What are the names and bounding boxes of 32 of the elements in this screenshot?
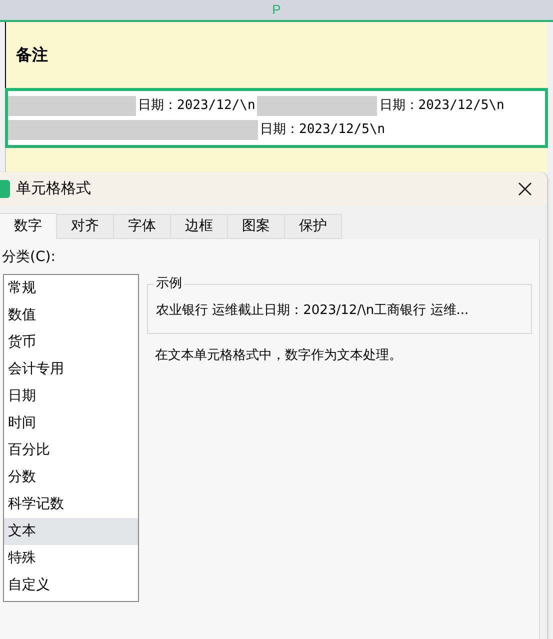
list-item[interactable]: 时间 (4, 410, 138, 437)
tab[interactable]: 数字 (0, 213, 57, 239)
list-item[interactable]: 分数 (4, 464, 138, 491)
list-item[interactable]: 常规 (4, 275, 138, 302)
app-logo-icon (0, 180, 10, 198)
sample-value: 农业银行 运维截止日期：2023/12/\n工商银行 运维... (156, 302, 469, 320)
list-item[interactable]: 会计专用 (4, 356, 138, 383)
column-label: P (272, 1, 281, 20)
tab[interactable]: 字体 (114, 214, 171, 239)
list-item[interactable]: 百分比 (4, 437, 138, 464)
window-title: 单元格格式 (16, 178, 91, 200)
list-item[interactable]: 货币 (4, 329, 138, 356)
close-button[interactable] (517, 180, 533, 196)
cell-text: 日期：2023/12/5\n (378, 97, 506, 116)
tab[interactable]: 保护 (285, 214, 342, 239)
cell-text: 日期：2023/12/5\n (259, 121, 386, 140)
cell-text: 日期：2023/12/\n (137, 97, 256, 116)
selected-cell[interactable]: 日期：2023/12/\n 日期：2023/12/5\n 日期：2023/12/5\n (5, 88, 548, 148)
list-item[interactable]: 数值 (4, 302, 138, 329)
list-item[interactable]: 特殊 (4, 545, 138, 572)
tab[interactable]: 对齐 (57, 214, 114, 239)
list-item[interactable]: 自定义 (4, 572, 138, 599)
tab[interactable]: 图案 (228, 214, 285, 239)
description-text: 在文本单元格格式中，数字作为文本处理。 (154, 347, 403, 365)
tab[interactable]: 边框 (171, 214, 228, 239)
list-item[interactable]: 文本 (4, 518, 138, 545)
list-item[interactable]: 日期 (4, 383, 138, 410)
list-item[interactable]: 科学记数 (4, 491, 138, 518)
category-list[interactable]: 常规 数值 货币 会计专用 日期 时间 百分比 分数 科学记数 文本 特殊 自定义 (3, 274, 139, 602)
close-icon (517, 180, 533, 196)
header-text: 备注 (16, 44, 48, 66)
category-label: 分类(C): (1, 248, 56, 267)
